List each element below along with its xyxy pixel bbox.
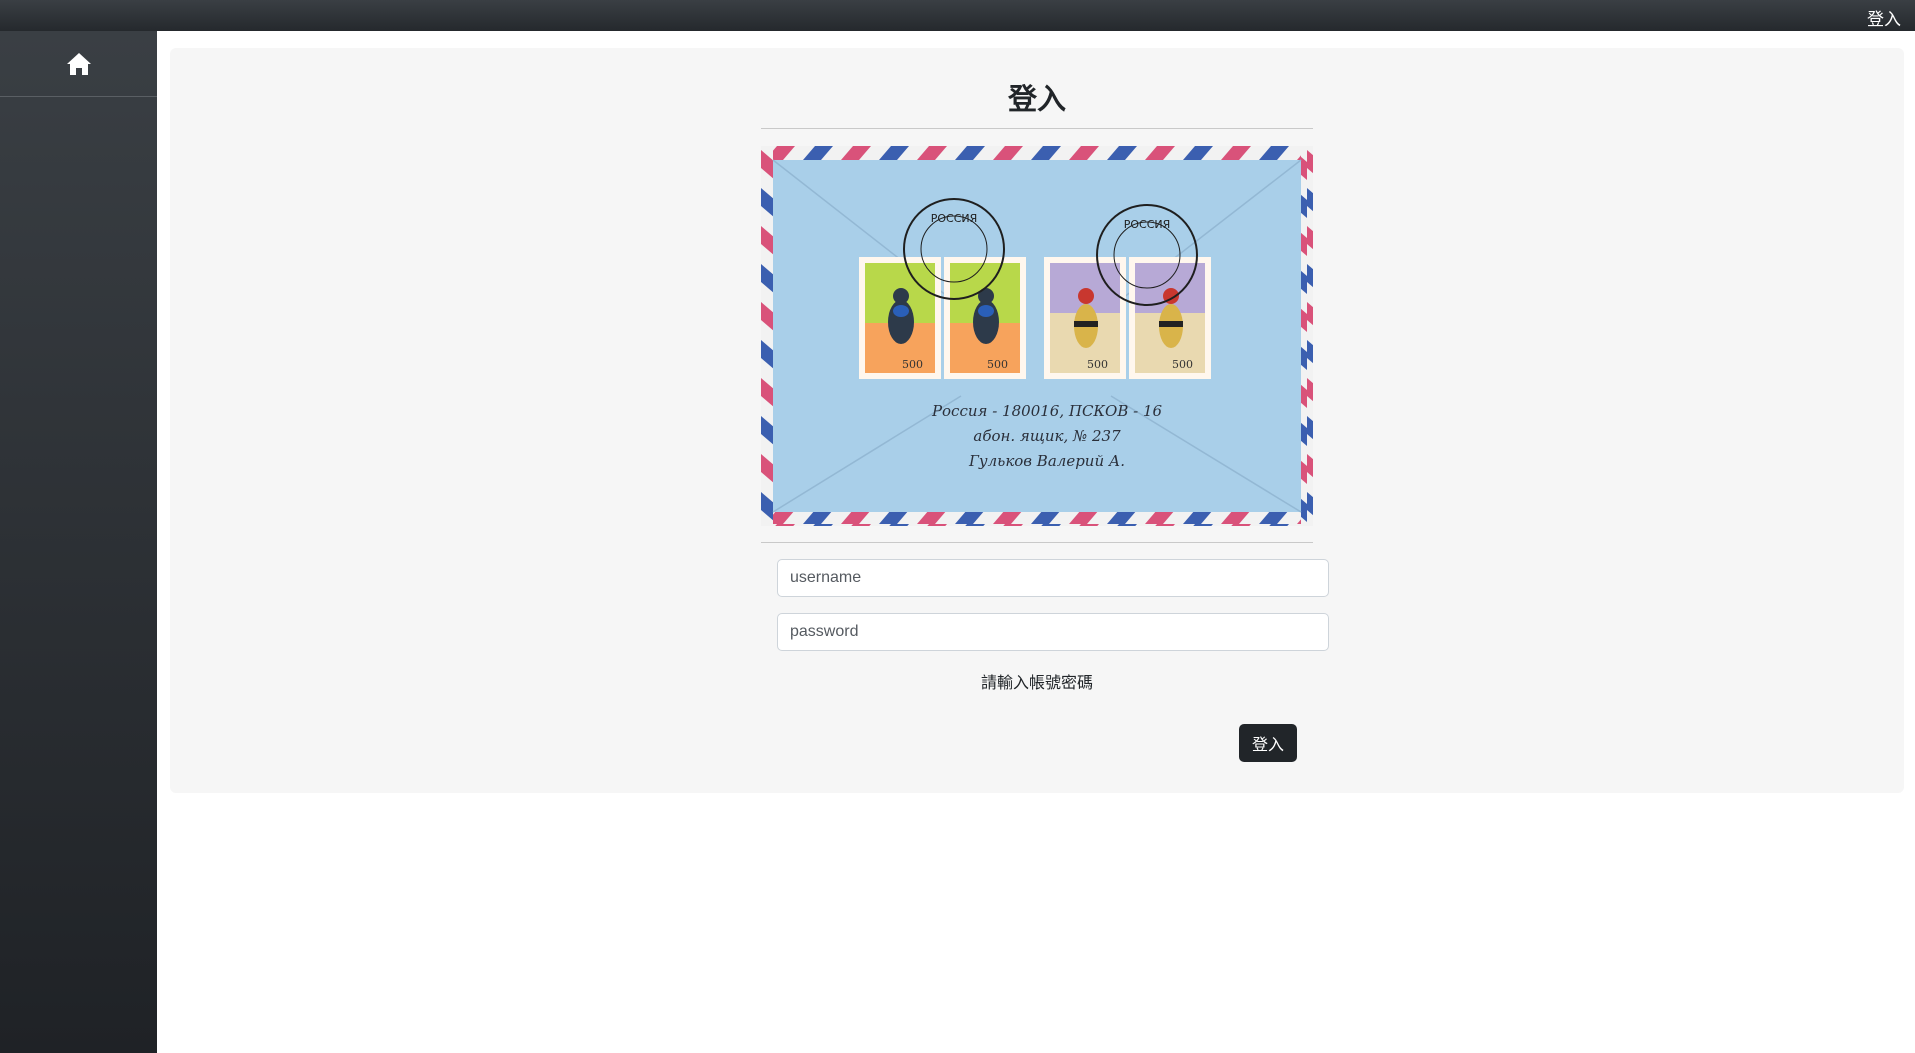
svg-text:500: 500 [1172,358,1193,371]
stamp: 500 [944,257,1026,379]
stamp: 500 [1044,257,1126,379]
login-panel: 登入 500 500 500 500 РОССИЯ РОССИЯ Россия … [170,48,1904,793]
nav-login-link[interactable]: 登入 [1867,5,1901,30]
divider-bottom [761,542,1313,543]
envelope-image: 500 500 500 500 РОССИЯ РОССИЯ Россия - 1… [761,146,1313,526]
password-input[interactable] [777,613,1329,651]
home-icon [66,52,91,75]
stamp: 500 [859,257,941,379]
stamp: 500 [1129,257,1211,379]
divider-top [761,128,1313,129]
username-input[interactable] [777,559,1329,597]
svg-text:РОССИЯ: РОССИЯ [931,212,978,225]
login-hint: 請輸入帳號密碼 [980,675,1093,692]
svg-text:500: 500 [1087,358,1108,371]
login-button[interactable]: 登入 [1239,724,1297,762]
sidebar [0,31,157,1053]
svg-text:РОССИЯ: РОССИЯ [1124,218,1171,231]
sidebar-home-button[interactable] [0,31,157,97]
page-title: 登入 [1007,84,1066,116]
address-line-2: абон. ящик, № 237 [973,427,1121,445]
top-navbar: 登入 [0,0,1915,31]
address-line-1: Россия - 180016, ПСКОВ - 16 [931,402,1163,420]
svg-text:500: 500 [987,358,1008,371]
svg-text:500: 500 [902,358,923,371]
address-line-3: Гульков Валерий А. [968,452,1125,470]
